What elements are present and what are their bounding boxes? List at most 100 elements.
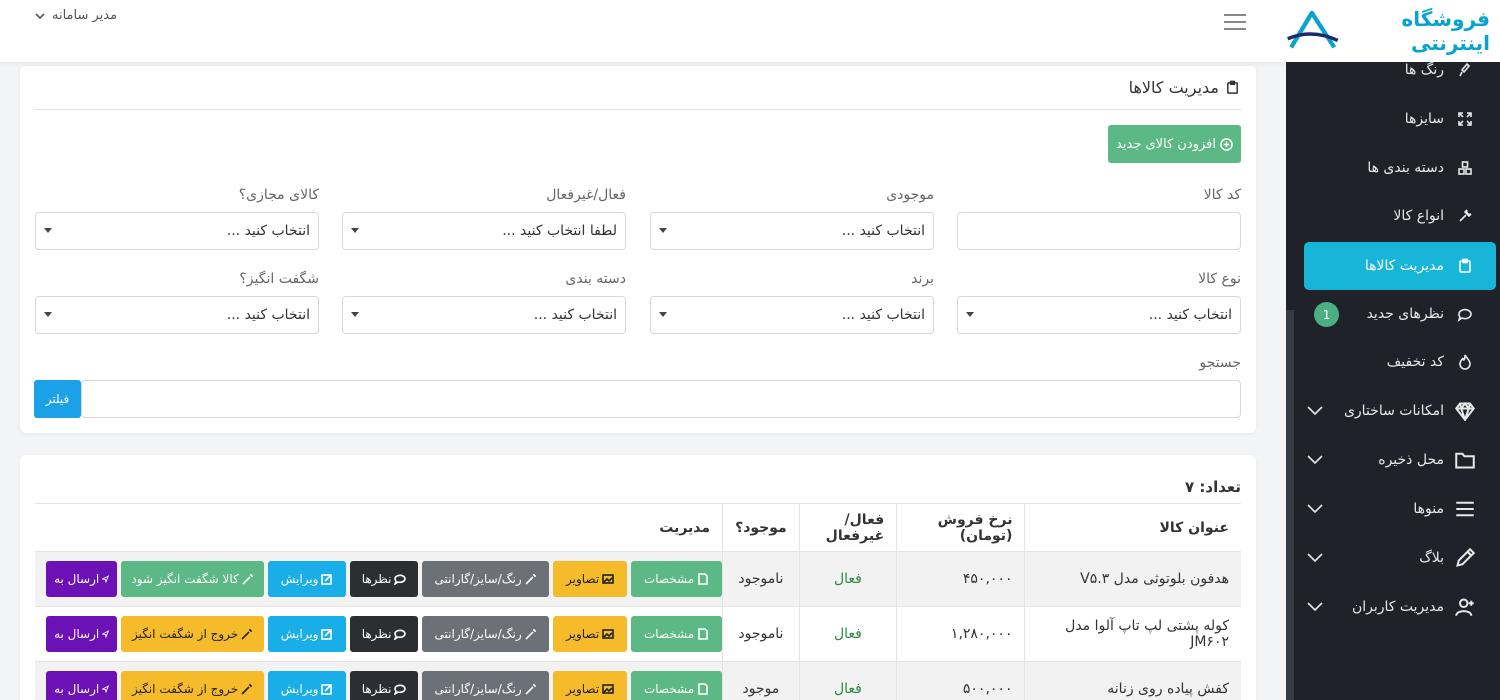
wand-icon [525,574,536,585]
product-active-status: فعال [798,606,897,662]
caret-down-icon [659,312,667,317]
type-label: نوع کالا [1198,271,1241,287]
column-header-stock: موجود؟ [722,503,800,552]
product-actions: مشخصات تصاویر رنگ/سایز/گارانتی نظرها ویر… [35,671,723,700]
product-stock-status: ناموجود [722,551,800,607]
edit-button[interactable]: ویرایش [268,616,347,652]
comment-icon [394,574,407,585]
edit-label: ویرایش [280,572,319,586]
amazing-toggle-button[interactable]: خروج از شگفت انگیز [121,671,265,700]
product-title: کفش پیاده روی زنانه [1024,661,1241,700]
stock-select[interactable]: انتخاب کنید ... [650,212,934,250]
filter-button[interactable]: فیلتر [34,380,81,418]
document-icon [698,628,709,640]
specs-button[interactable]: مشخصات [631,671,723,700]
product-actions: مشخصات تصاویر رنگ/سایز/گارانتی نظرها ویر… [35,616,723,652]
product-active-status: فعال [798,551,897,607]
hamburger-menu-icon[interactable] [1224,14,1246,34]
user-menu[interactable]: مدیر سامانه [34,8,117,23]
sidebar-item-product-management[interactable]: مدیریت کالاها [1304,242,1496,290]
sidebar-item-blog[interactable]: بلاگ [1304,536,1476,580]
edit-icon [321,574,333,585]
column-header-actions: مدیریت [35,503,723,552]
chevron-down-icon[interactable] [1304,401,1324,421]
add-product-button[interactable]: افزودن کالای جدید [1108,125,1241,163]
grid-icon [1454,157,1476,179]
specs-button[interactable]: مشخصات [631,616,723,652]
specs-button[interactable]: مشخصات [631,561,723,597]
resize-icon [1454,108,1476,130]
active-label: فعال/غیرفعال [546,187,626,203]
fire-icon [1454,351,1476,373]
product-actions-cell: مشخصات تصاویر رنگ/سایز/گارانتی نظرها ویر… [35,606,723,662]
images-button[interactable]: تصاویر [553,561,628,597]
chevron-down-icon[interactable] [1304,499,1324,519]
send-icon [102,575,110,584]
sidebar-item-label: منوها [1413,501,1444,517]
product-title: هدفون بلوتوثی مدل V۵.۳ [1024,551,1241,607]
sidebar-scrollbar[interactable] [1286,310,1294,700]
sidebar-item-sizes[interactable]: سایزها [1304,97,1476,141]
edit-button[interactable]: ویرایش [268,671,347,700]
column-header-title: عنوان کالا [1024,503,1241,552]
sidebar-item-categories[interactable]: دسته بندی ها [1304,146,1476,190]
sidebar-item-storage[interactable]: محل ذخیره [1304,438,1476,482]
table-row: کفش پیاده روی زنانه ۵۰۰,۰۰۰ فعال موجود م… [35,661,1241,700]
image-icon [602,574,614,584]
amazing-toggle-label: خروج از شگفت انگیز [131,682,239,696]
chevron-down-icon[interactable] [1304,548,1324,568]
chevron-down-icon [35,12,45,19]
category-select[interactable]: انتخاب کنید ... [342,296,626,334]
comment-icon [394,629,407,640]
send-label: ارسال به [54,572,100,586]
sidebar-item-product-types[interactable]: انواع کالا [1304,194,1476,238]
caret-down-icon [659,228,667,233]
attributes-label: رنگ/سایز/گارانتی [434,627,522,641]
wand-icon [241,684,253,695]
wand-icon [525,684,536,695]
sidebar-item-new-comments[interactable]: نظرهای جدید 1 [1304,292,1476,336]
comments-button[interactable]: نظرها [350,561,419,597]
virtual-select[interactable]: انتخاب کنید ... [35,212,319,250]
attributes-button[interactable]: رنگ/سایز/گارانتی [422,671,550,700]
edit-label: ویرایش [280,682,319,696]
comment-icon [394,684,407,695]
edit-icon [321,629,333,640]
attributes-button[interactable]: رنگ/سایز/گارانتی [422,561,550,597]
active-select[interactable]: لطفا انتخاب کنید ... [342,212,626,250]
divider [34,109,1242,110]
sidebar-item-colors[interactable]: رنگ ها [1304,48,1476,92]
sidebar-item-discount-code[interactable]: کد تخفیف [1304,340,1476,384]
chevron-down-icon[interactable] [1304,597,1324,617]
amazing-toggle-button[interactable]: خروج از شگفت انگیز [121,616,265,652]
search-input[interactable] [81,380,1241,418]
send-button[interactable]: ارسال به [46,671,118,700]
comments-button[interactable]: نظرها [350,616,419,652]
chevron-down-icon[interactable] [1304,450,1324,470]
product-actions: مشخصات تصاویر رنگ/سایز/گارانتی نظرها ویر… [35,561,723,597]
sidebar-item-user-management[interactable]: مدیریت کاربران [1304,585,1476,629]
sidebar-item-label: امکانات ساختاری [1343,403,1444,419]
sidebar-item-label: محل ذخیره [1378,452,1444,468]
amazing-toggle-label: کالا شگفت انگیز شود [131,572,239,586]
send-button[interactable]: ارسال به [46,561,118,597]
edit-button[interactable]: ویرایش [268,561,347,597]
attributes-button[interactable]: رنگ/سایز/گارانتی [422,616,550,652]
sidebar-item-label: نظرهای جدید [1366,306,1444,322]
caret-down-icon [966,312,974,317]
brand-select[interactable]: انتخاب کنید ... [650,296,934,334]
sidebar-item-structural-features[interactable]: امکانات ساختاری [1304,389,1476,433]
sidebar-item-menus[interactable]: منوها [1304,487,1476,531]
code-input[interactable] [957,212,1241,250]
images-button[interactable]: تصاویر [553,616,628,652]
page-title: مدیریت کالاها [1129,78,1240,97]
caret-down-icon [351,312,359,317]
comments-button[interactable]: نظرها [350,671,419,700]
amazing-select[interactable]: انتخاب کنید ... [35,296,319,334]
images-label: تصاویر [566,627,600,641]
images-button[interactable]: تصاویر [553,671,628,700]
search-label: جستجو [1199,355,1241,371]
amazing-toggle-button[interactable]: کالا شگفت انگیز شود [121,561,265,597]
type-select[interactable]: انتخاب کنید ... [957,296,1241,334]
send-button[interactable]: ارسال به [46,616,118,652]
